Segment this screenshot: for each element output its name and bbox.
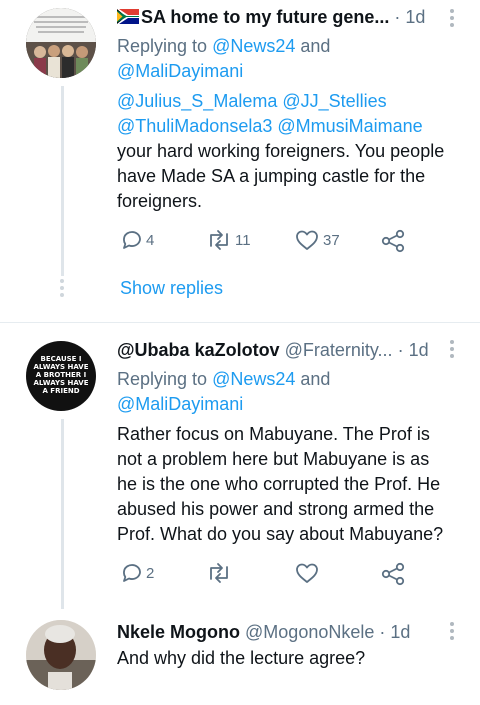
reply-icon xyxy=(123,231,141,249)
avatar-image xyxy=(26,620,96,690)
tweet-1[interactable]: SA home to my future gene... · 1d Replyi… xyxy=(0,0,480,305)
replying-to: Replying to @News24 and @MaliDayimani xyxy=(117,36,331,81)
tweet-body: @Julius_S_Malema @JJ_Stellies @ThuliMado… xyxy=(117,91,445,211)
timestamp[interactable]: · 1d xyxy=(394,7,425,27)
share-icon xyxy=(381,229,405,253)
mention-link[interactable]: @Julius_S_Malema xyxy=(117,91,277,111)
like-count: 37 xyxy=(323,231,340,249)
mention-link[interactable]: @JJ_Stellies xyxy=(282,91,386,111)
avatar[interactable] xyxy=(26,620,96,690)
reply-icon xyxy=(123,564,141,582)
share-button[interactable] xyxy=(380,561,406,587)
retweet-button[interactable]: 11 xyxy=(205,228,251,252)
action-bar: 2 xyxy=(117,561,417,589)
heart-icon xyxy=(296,563,318,583)
tweet-3[interactable]: Nkele Mogono @MogonoNkele · 1d And why d… xyxy=(0,608,480,705)
avatar-text: BECAUSE I ALWAYS HAVE A BROTHER I ALWAYS… xyxy=(33,355,89,395)
avatar[interactable] xyxy=(26,8,96,78)
more-options-icon[interactable] xyxy=(450,340,454,361)
heart-icon xyxy=(296,230,318,250)
tweet-body: Rather focus on Mabuyane. The Prof is no… xyxy=(117,424,444,544)
mention-link[interactable]: @ThuliMadonsela3 xyxy=(117,116,272,136)
tweet-body: And why did the lecture agree? xyxy=(117,648,366,668)
thread-line xyxy=(61,86,64,276)
tweet-header: @Ubaba kaZolotov @Fraternity... · 1d xyxy=(117,340,429,361)
show-replies-link[interactable]: Show replies xyxy=(120,278,223,299)
like-button[interactable] xyxy=(294,561,320,585)
replying-to: Replying to @News24 and @MaliDayimani xyxy=(117,369,331,414)
avatar-image xyxy=(26,8,96,78)
thread-line xyxy=(61,419,64,609)
tweet-header: Nkele Mogono @MogonoNkele · 1d xyxy=(117,622,410,643)
share-button[interactable] xyxy=(380,228,406,254)
user-handle[interactable]: @Fraternity... xyxy=(285,340,393,360)
avatar[interactable]: BECAUSE I ALWAYS HAVE A BROTHER I ALWAYS… xyxy=(26,341,96,411)
more-options-icon[interactable] xyxy=(450,9,454,30)
display-name[interactable]: Nkele Mogono xyxy=(117,622,240,642)
more-options-icon[interactable] xyxy=(450,622,454,643)
display-name[interactable]: SA home to my future gene... xyxy=(141,7,389,27)
user-handle[interactable]: @MogonoNkele xyxy=(245,622,374,642)
mention-link[interactable]: @News24 xyxy=(212,369,295,389)
like-button[interactable]: 37 xyxy=(294,228,340,252)
reply-count: 4 xyxy=(146,231,155,249)
reply-button[interactable]: 4 xyxy=(120,228,154,252)
retweet-icon xyxy=(210,230,228,250)
retweet-count: 11 xyxy=(235,231,251,249)
display-name[interactable]: @Ubaba kaZolotov xyxy=(117,340,280,360)
reply-button[interactable]: 2 xyxy=(120,561,154,585)
tweet-2[interactable]: BECAUSE I ALWAYS HAVE A BROTHER I ALWAYS… xyxy=(0,323,480,609)
timestamp[interactable]: · 1d xyxy=(398,340,429,360)
mention-link[interactable]: @News24 xyxy=(212,36,295,56)
retweet-button[interactable] xyxy=(205,561,233,585)
south-africa-flag-icon xyxy=(117,9,139,24)
mention-link[interactable]: @MmusiMaimane xyxy=(277,116,422,136)
share-icon xyxy=(381,562,405,586)
mention-link[interactable]: @MaliDayimani xyxy=(117,394,243,414)
mention-link[interactable]: @MaliDayimani xyxy=(117,61,243,81)
tweet-header: SA home to my future gene... · 1d xyxy=(117,7,425,28)
retweet-icon xyxy=(210,563,228,583)
action-bar: 4 11 37 xyxy=(117,228,417,256)
thread-continuation-dots xyxy=(60,279,64,300)
timestamp[interactable]: · 1d xyxy=(379,622,410,642)
reply-count: 2 xyxy=(146,564,155,582)
